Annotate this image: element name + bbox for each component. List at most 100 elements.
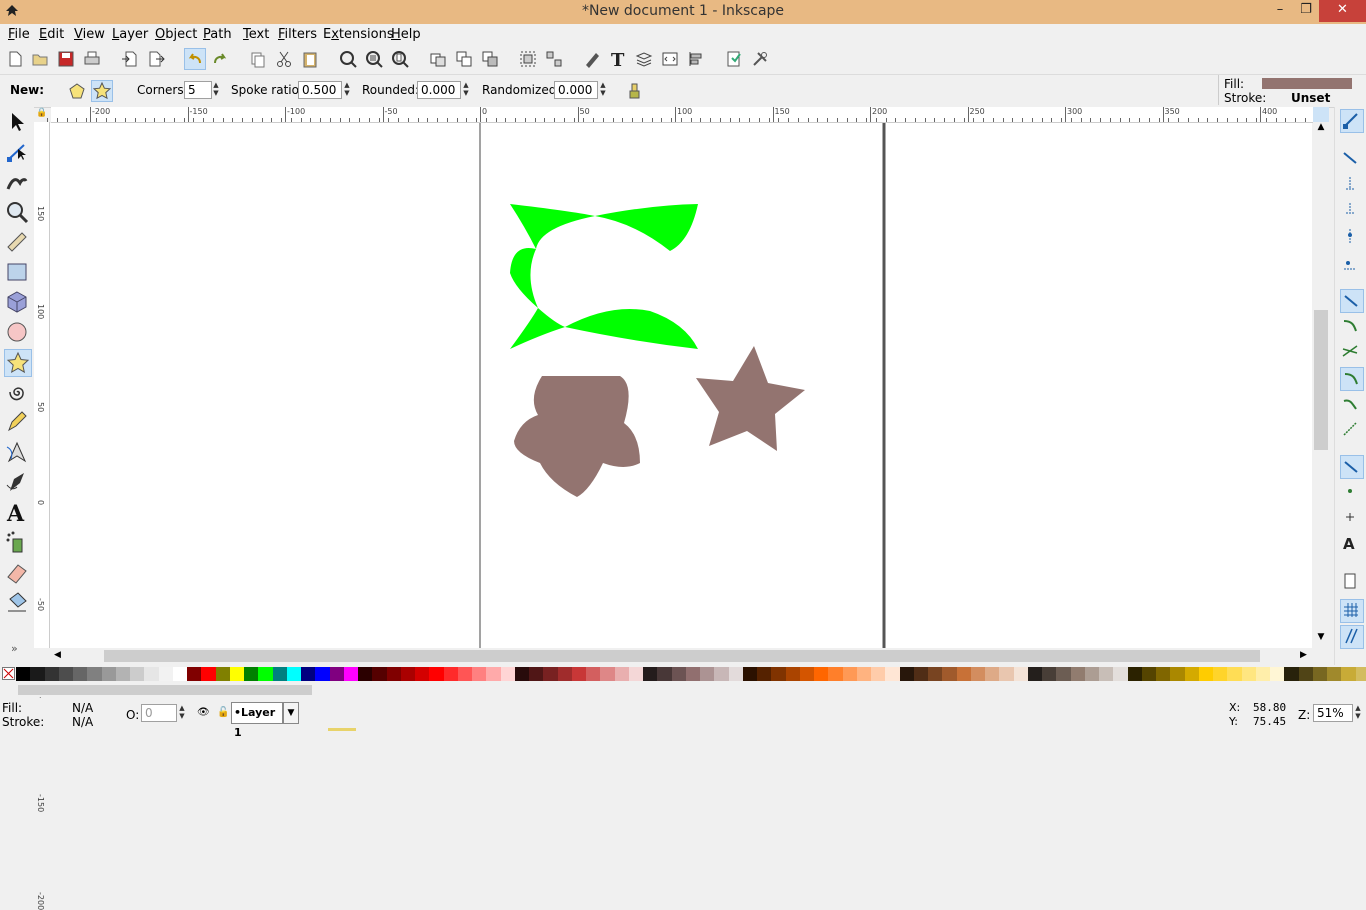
palette-swatch[interactable] [629, 667, 644, 681]
palette-swatch[interactable] [358, 667, 373, 681]
rounded-stepper[interactable]: ▲▼ [461, 81, 471, 99]
palette-swatch[interactable] [700, 667, 715, 681]
palette-swatch[interactable] [1028, 667, 1043, 681]
palette-swatch[interactable] [672, 667, 687, 681]
document-properties-icon[interactable] [724, 49, 744, 69]
ungroup-icon[interactable] [544, 49, 564, 69]
layer-dropdown-icon[interactable]: ▼ [283, 702, 299, 724]
palette-swatch[interactable] [1256, 667, 1271, 681]
palette-swatch[interactable] [1284, 667, 1299, 681]
palette-swatch[interactable] [258, 667, 273, 681]
palette-swatch[interactable] [287, 667, 302, 681]
pen-tool[interactable] [4, 439, 30, 465]
print-icon[interactable] [82, 49, 102, 69]
palette-swatch[interactable] [657, 667, 672, 681]
eraser-tool[interactable] [4, 559, 30, 585]
menu-edit[interactable]: Edit [39, 27, 64, 42]
palette-swatch[interactable] [558, 667, 573, 681]
palette-swatch[interactable] [73, 667, 88, 681]
spiral-tool[interactable] [4, 379, 30, 405]
palette-swatch[interactable] [330, 667, 345, 681]
duplicate-icon[interactable] [428, 49, 448, 69]
palette-swatch[interactable] [957, 667, 972, 681]
palette-swatch[interactable] [387, 667, 402, 681]
palette-swatch[interactable] [472, 667, 487, 681]
ellipse-tool[interactable] [4, 319, 30, 345]
corners-stepper[interactable]: ▲▼ [211, 81, 221, 99]
snap-object-center-icon[interactable] [1340, 481, 1362, 503]
paste-icon[interactable] [300, 49, 320, 69]
scroll-left-icon[interactable]: ◀ [54, 650, 61, 660]
scroll-up-icon[interactable]: ▲ [1314, 122, 1328, 136]
palette-swatch[interactable] [30, 667, 45, 681]
palette-swatch[interactable] [344, 667, 359, 681]
measure-tool[interactable] [4, 229, 30, 255]
scroll-right-icon[interactable]: ▶ [1300, 650, 1307, 660]
copy-icon[interactable] [248, 49, 268, 69]
scroll-down-icon[interactable]: ▼ [1314, 632, 1328, 646]
drawing-canvas[interactable] [50, 123, 1312, 648]
palette-swatch[interactable] [814, 667, 829, 681]
palette-swatch[interactable] [1242, 667, 1257, 681]
palette-swatch[interactable] [159, 667, 174, 681]
zoom-stepper[interactable]: ▲▼ [1353, 704, 1363, 722]
snap-page-border-icon[interactable] [1340, 571, 1362, 593]
menu-path[interactable]: Path [203, 27, 232, 42]
zoom-page-icon[interactable] [390, 49, 410, 69]
tweak-tool[interactable] [4, 169, 30, 195]
palette-swatch[interactable] [116, 667, 131, 681]
palette-swatch[interactable] [1341, 667, 1356, 681]
palette-swatch[interactable] [543, 667, 558, 681]
palette-swatch[interactable] [828, 667, 843, 681]
palette-swatch[interactable] [1085, 667, 1100, 681]
snap-paths-icon[interactable] [1340, 315, 1362, 337]
palette-swatch[interactable] [130, 667, 145, 681]
menu-layer[interactable]: Layer [112, 27, 148, 42]
calligraphy-tool[interactable] [4, 469, 30, 495]
palette-swatch[interactable] [600, 667, 615, 681]
snap-rotation-center-icon[interactable] [1340, 507, 1362, 529]
zoom-tool[interactable] [4, 199, 30, 225]
palette-swatch[interactable] [501, 667, 516, 681]
palette-swatch[interactable] [1099, 667, 1114, 681]
rounded-star-shape[interactable] [514, 376, 640, 497]
undo-icon[interactable] [184, 48, 206, 70]
palette-swatch[interactable] [1299, 667, 1314, 681]
group-icon[interactable] [518, 49, 538, 69]
palette-swatch[interactable] [315, 667, 330, 681]
palette-swatch[interactable] [885, 667, 900, 681]
zoom-selection-icon[interactable] [338, 49, 358, 69]
palette-swatch[interactable] [401, 667, 416, 681]
align-distribute-icon[interactable] [686, 49, 706, 69]
paint-bucket-tool[interactable] [4, 589, 30, 615]
menu-file[interactable]: File [8, 27, 30, 42]
snap-enable-icon[interactable] [1340, 109, 1364, 133]
palette-swatch[interactable] [87, 667, 102, 681]
clone-icon[interactable] [454, 49, 474, 69]
star-tool[interactable] [4, 349, 32, 377]
snap-intersections-icon[interactable] [1340, 341, 1362, 363]
palette-scrollbar[interactable] [0, 683, 1366, 697]
randomized-stepper[interactable]: ▲▼ [598, 81, 608, 99]
layer-selector[interactable]: •Layer 1 [231, 702, 283, 724]
palette-swatch[interactable] [444, 667, 459, 681]
snap-bbox-icon[interactable] [1340, 147, 1362, 169]
3d-box-tool[interactable] [4, 289, 30, 315]
palette-swatch[interactable] [486, 667, 501, 681]
palette-swatch[interactable] [301, 667, 316, 681]
lock-guides-icon[interactable]: 🔒 [36, 108, 48, 120]
palette-swatch[interactable] [586, 667, 601, 681]
vertical-scrollbar[interactable]: ▲ ▼ [1313, 122, 1329, 648]
snap-nodes-icon[interactable] [1340, 289, 1364, 313]
palette-swatch[interactable] [1227, 667, 1242, 681]
node-tool[interactable] [4, 139, 30, 165]
palette-scroll-thumb[interactable] [18, 685, 312, 695]
randomized-input[interactable]: 0.000 [554, 81, 598, 99]
rounded-input[interactable]: 0.000 [417, 81, 461, 99]
zoom-corner-icon[interactable] [1313, 107, 1329, 122]
snap-bbox-edge-icon[interactable] [1340, 173, 1362, 195]
palette-swatch[interactable] [1199, 667, 1214, 681]
palette-swatch[interactable] [1156, 667, 1171, 681]
pencil-tool[interactable] [4, 409, 30, 435]
snap-line-midpoints-icon[interactable] [1340, 419, 1362, 441]
